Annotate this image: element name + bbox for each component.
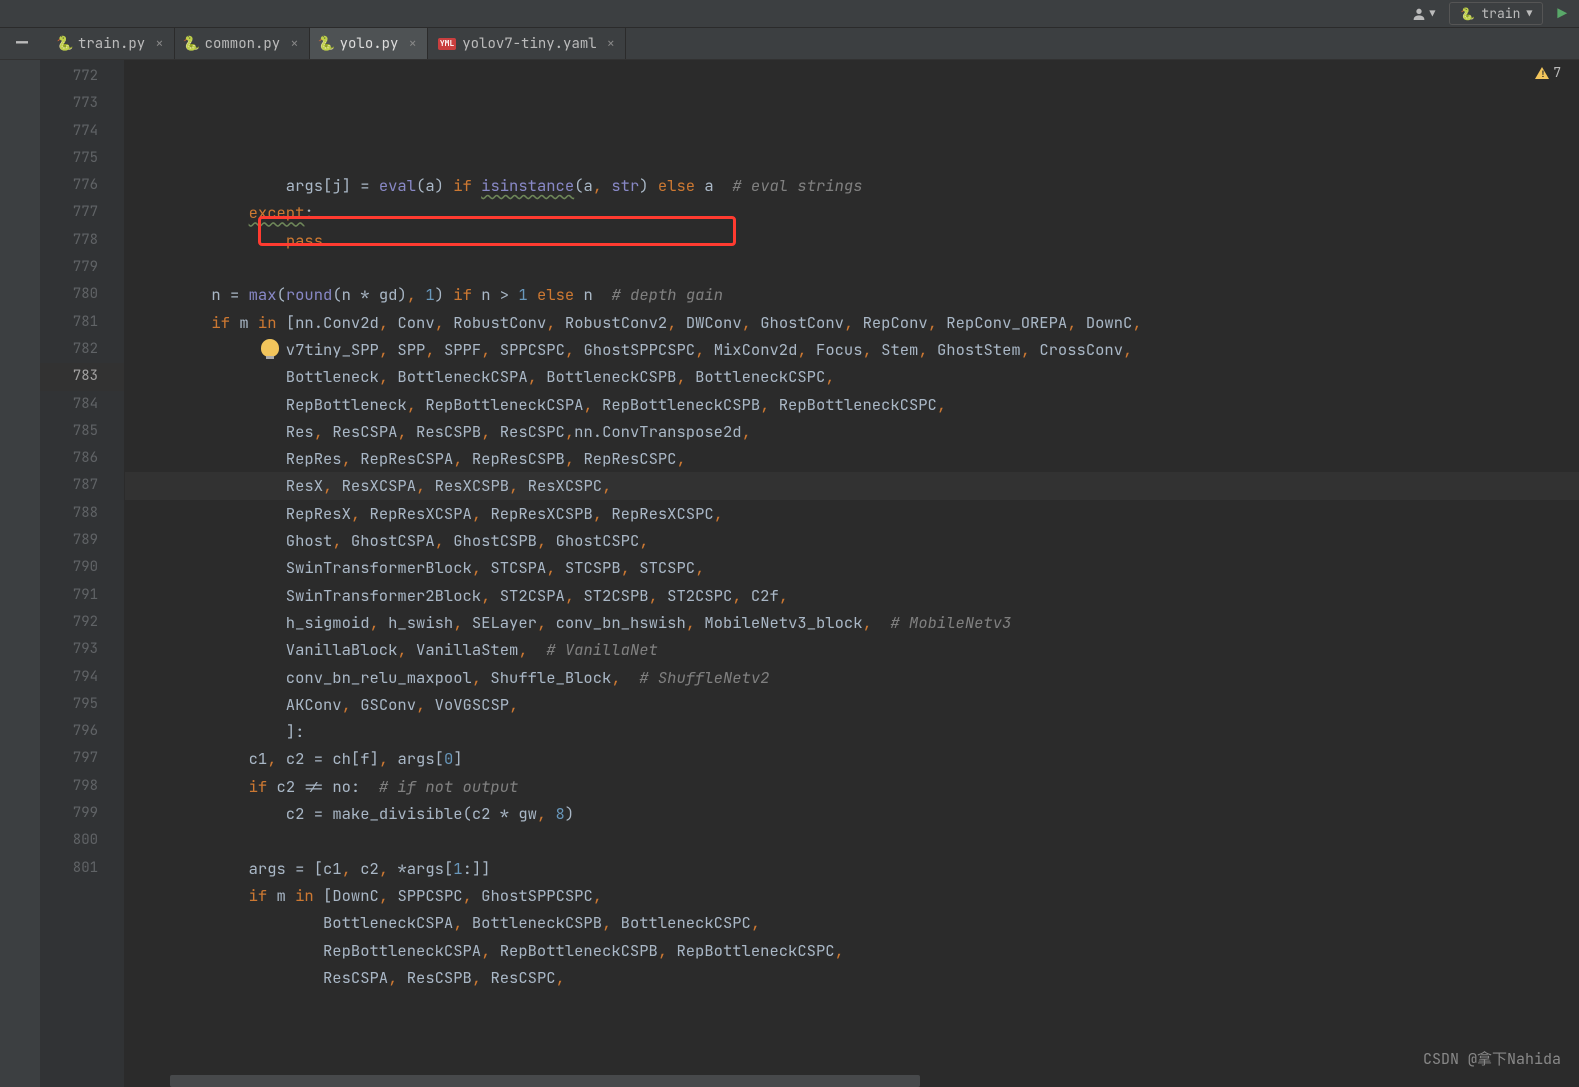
tab-label: common.py — [205, 35, 281, 53]
line-number[interactable]: 776 — [40, 172, 124, 199]
problems-badge[interactable]: 7 — [1535, 64, 1561, 81]
line-number[interactable]: 773 — [40, 90, 124, 117]
minimize-icon[interactable]: — — [12, 34, 32, 50]
chevron-down-icon: ▼ — [1526, 7, 1532, 20]
line-number[interactable]: 786 — [40, 445, 124, 472]
chevron-down-icon: ▼ — [1429, 7, 1435, 20]
tab-yaml[interactable]: YML yolov7-tiny.yaml × — [428, 28, 626, 59]
warning-count: 7 — [1553, 64, 1561, 81]
python-file-icon: 🐍 — [58, 37, 72, 51]
line-number[interactable]: 772 — [40, 63, 124, 90]
line-number[interactable]: 775 — [40, 145, 124, 172]
line-number[interactable]: 800 — [40, 827, 124, 854]
line-number[interactable]: 799 — [40, 800, 124, 827]
line-number[interactable]: 787 — [40, 472, 124, 499]
line-number[interactable]: 801 — [40, 855, 124, 882]
main-toolbar: ▼ 🐍 train ▼ ▶ — [0, 0, 1579, 28]
tab-yolo[interactable]: 🐍 yolo.py × — [310, 28, 428, 59]
run-config-label: train — [1481, 5, 1520, 22]
close-icon[interactable]: × — [290, 35, 298, 53]
user-menu[interactable]: ▼ — [1411, 6, 1435, 22]
line-number[interactable]: 795 — [40, 691, 124, 718]
code-editor[interactable]: 772 773 774 775 776 777 778 779 780 781 … — [0, 60, 1579, 1087]
line-number[interactable]: 780 — [40, 281, 124, 308]
line-number[interactable]: 781 — [40, 309, 124, 336]
code-area[interactable]: args[j] = eval(a) if isinstance(a, str) … — [125, 60, 1579, 1087]
tab-label: train.py — [78, 35, 145, 53]
line-number[interactable]: 792 — [40, 609, 124, 636]
line-number[interactable]: 778 — [40, 227, 124, 254]
run-button[interactable]: ▶ — [1557, 3, 1567, 24]
line-number[interactable]: 798 — [40, 773, 124, 800]
tool-window-stripe[interactable] — [0, 60, 40, 1087]
line-number[interactable]: 789 — [40, 527, 124, 554]
tab-label: yolo.py — [340, 35, 399, 53]
python-icon: 🐍 — [1460, 6, 1475, 22]
lightbulb-icon[interactable] — [261, 339, 279, 357]
tab-label: yolov7-tiny.yaml — [462, 35, 596, 53]
line-number[interactable]: 782 — [40, 336, 124, 363]
line-number[interactable]: 794 — [40, 664, 124, 691]
watermark: CSDN @拿下Nahida — [1423, 1048, 1561, 1069]
line-number-gutter[interactable]: 772 773 774 775 776 777 778 779 780 781 … — [40, 60, 125, 1087]
line-number[interactable]: 793 — [40, 636, 124, 663]
tab-common[interactable]: 🐍 common.py × — [175, 28, 310, 59]
line-number[interactable]: 783 — [40, 363, 124, 390]
run-configuration-selector[interactable]: 🐍 train ▼ — [1449, 2, 1543, 25]
python-file-icon: 🐍 — [320, 37, 334, 51]
python-file-icon: 🐍 — [185, 37, 199, 51]
warning-icon — [1535, 67, 1549, 79]
close-icon[interactable]: × — [607, 35, 615, 53]
horizontal-scrollbar[interactable] — [170, 1075, 920, 1087]
line-number[interactable]: 785 — [40, 418, 124, 445]
line-number[interactable]: 777 — [40, 199, 124, 226]
tab-train[interactable]: 🐍 train.py × — [48, 28, 175, 59]
line-number[interactable]: 796 — [40, 718, 124, 745]
line-number[interactable]: 788 — [40, 500, 124, 527]
editor-tabs: — 🐍 train.py × 🐍 common.py × 🐍 yolo.py ×… — [0, 28, 1579, 60]
yaml-file-icon: YML — [438, 38, 456, 50]
line-number[interactable]: 774 — [40, 118, 124, 145]
line-number[interactable]: 791 — [40, 582, 124, 609]
close-icon[interactable]: × — [155, 35, 163, 53]
line-number[interactable]: 784 — [40, 391, 124, 418]
line-number[interactable]: 790 — [40, 554, 124, 581]
line-number[interactable]: 779 — [40, 254, 124, 281]
close-icon[interactable]: × — [408, 35, 416, 53]
line-number[interactable]: 797 — [40, 745, 124, 772]
